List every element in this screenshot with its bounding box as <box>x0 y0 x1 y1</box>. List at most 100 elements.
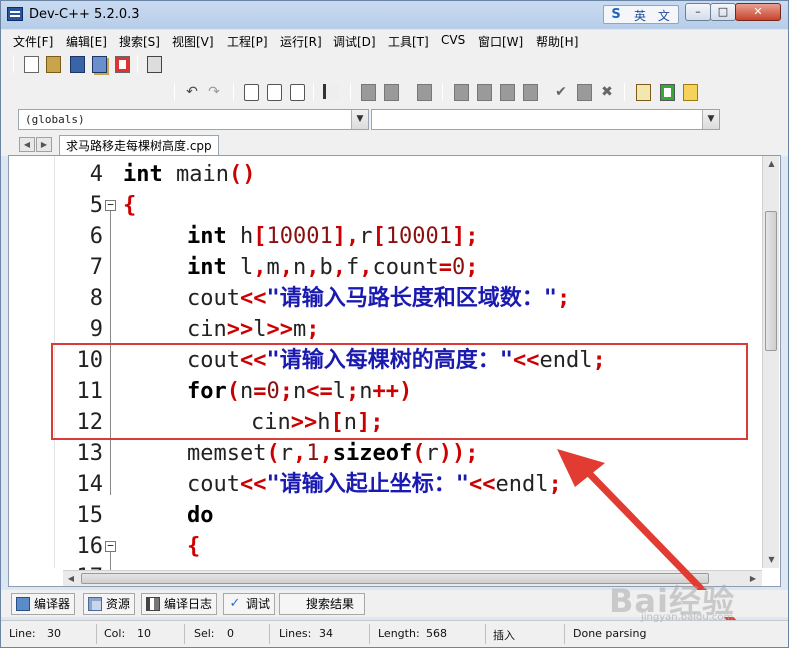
menu-view[interactable]: 视图[V] <box>172 33 214 50</box>
chevron-down-icon[interactable]: ▼ <box>351 110 368 129</box>
replace-icon[interactable] <box>264 82 284 102</box>
code-line: 9 cin>>l>>m; <box>9 314 769 345</box>
menu-file[interactable]: 文件[F] <box>13 33 53 50</box>
new-project-icon[interactable] <box>633 82 653 102</box>
insert-snippet-icon[interactable] <box>414 82 434 102</box>
undo-icon[interactable]: ↶ <box>182 82 202 102</box>
members-combo[interactable]: ▼ <box>371 109 720 130</box>
code-token: () <box>228 162 256 187</box>
stop-icon[interactable]: ✖ <box>597 82 617 102</box>
tab-compile-log[interactable]: 编译日志 <box>141 593 218 615</box>
menu-window[interactable]: 窗口[W] <box>478 33 523 50</box>
status-line-value: 30 <box>47 627 61 640</box>
print-icon[interactable] <box>144 54 164 74</box>
ime-indicator[interactable]: S 英 文 <box>603 5 679 24</box>
code-token: << <box>239 472 267 497</box>
toggle-bookmark-icon[interactable] <box>358 82 378 102</box>
toolbar-separator <box>350 83 351 101</box>
menu-edit[interactable]: 编辑[E] <box>66 33 107 50</box>
tab-search-results[interactable]: 搜索结果 <box>279 593 366 615</box>
goto-bookmark-icon[interactable] <box>381 82 401 102</box>
menu-run[interactable]: 运行[R] <box>280 33 322 50</box>
goto-line-icon[interactable] <box>320 82 340 102</box>
find-next-icon[interactable] <box>287 82 307 102</box>
menu-bar: 文件[F] 编辑[E] 搜索[S] 视图[V] 工程[P] 运行[R] 调试[D… <box>1 30 788 50</box>
open-file-icon[interactable] <box>43 54 63 74</box>
close-file-icon[interactable] <box>112 54 132 74</box>
tab-label: 资源 <box>106 597 131 611</box>
bottom-panel-tabs: 编译器 资源 编译日志 ✓ 调试 搜索结果 <box>1 590 788 617</box>
code-token: int <box>123 162 163 187</box>
code-token: , <box>253 255 267 280</box>
run-icon[interactable] <box>474 82 494 102</box>
compile-icon[interactable] <box>451 82 471 102</box>
scroll-right-icon[interactable]: ▶ <box>745 571 761 586</box>
scroll-down-icon[interactable]: ▼ <box>763 552 780 567</box>
tab-scroll-left-icon[interactable]: ◀ <box>19 137 35 152</box>
profile-icon[interactable] <box>574 82 594 102</box>
code-token: , <box>292 441 307 466</box>
menu-project[interactable]: 工程[P] <box>227 33 268 50</box>
add-to-project-icon[interactable] <box>657 82 677 102</box>
rebuild-icon[interactable] <box>520 82 540 102</box>
vertical-scroll-thumb[interactable] <box>765 211 777 351</box>
code-token: , <box>319 441 333 466</box>
vertical-scrollbar[interactable]: ▲ ▼ <box>762 156 779 568</box>
tab-compiler[interactable]: 编译器 <box>11 593 76 615</box>
close-button[interactable]: ✕ <box>735 3 781 21</box>
status-bar: Line: 30 Col: 10 Sel: 0 Lines: 34 Length… <box>1 620 788 647</box>
find-icon[interactable] <box>241 82 261 102</box>
status-separator <box>96 624 97 644</box>
code-token: ]; <box>451 224 479 249</box>
line-number: 15 <box>76 503 104 528</box>
toolbar-separator <box>624 83 625 101</box>
code-text: memset(r,1,sizeof(r)); <box>187 438 478 469</box>
scope-combo[interactable]: (globals) ▼ <box>18 109 369 130</box>
code-token: ; <box>556 286 571 311</box>
save-all-icon[interactable] <box>89 54 109 74</box>
tab-source-file[interactable]: 求马路移走每棵树高度.cpp <box>59 135 219 157</box>
tab-scroll-right-icon[interactable]: ▶ <box>36 137 52 152</box>
status-separator <box>369 624 370 644</box>
save-icon[interactable] <box>67 54 87 74</box>
menu-help[interactable]: 帮助[H] <box>536 33 578 50</box>
fold-collapse-icon[interactable]: − <box>105 199 116 211</box>
code-token: 1 <box>306 441 320 466</box>
fold-collapse-icon[interactable]: − <box>105 540 116 552</box>
code-text: { <box>123 190 136 221</box>
app-icon <box>7 7 23 21</box>
project-options-icon[interactable] <box>680 82 700 102</box>
status-separator <box>564 624 565 644</box>
code-token: << <box>239 286 267 311</box>
code-text: cout<<"请输入起止坐标："<<endl; <box>187 469 562 500</box>
status-sel-value: 0 <box>227 627 234 640</box>
code-token: l <box>253 317 267 342</box>
chevron-down-icon[interactable]: ▼ <box>702 110 719 129</box>
new-file-icon[interactable] <box>21 54 41 74</box>
horizontal-scrollbar[interactable]: ◀ ▶ <box>63 570 762 586</box>
redo-icon[interactable]: ↷ <box>204 82 224 102</box>
tab-debug[interactable]: ✓ 调试 <box>223 593 276 615</box>
compile-run-icon[interactable] <box>497 82 517 102</box>
code-text: cin>>l>>m; <box>187 314 320 345</box>
compiler-icon <box>16 597 30 611</box>
tab-resources[interactable]: 资源 <box>83 593 136 615</box>
toolbar-separator <box>174 83 175 101</box>
horizontal-scroll-thumb[interactable] <box>81 573 709 584</box>
menu-tools[interactable]: 工具[T] <box>388 33 429 50</box>
code-token: ; <box>306 317 320 342</box>
line-number: 4 <box>89 162 103 187</box>
menu-cvs[interactable]: CVS <box>441 33 465 47</box>
line-number: 7 <box>89 255 103 280</box>
edit-toolbar: ↶ ↷ ✔ ✖ <box>1 78 788 106</box>
syntax-check-icon[interactable]: ✔ <box>551 82 571 102</box>
toolbar-separator <box>233 83 234 101</box>
minimize-button[interactable]: – <box>685 3 711 21</box>
maximize-button[interactable]: □ <box>710 3 736 21</box>
scroll-left-icon[interactable]: ◀ <box>63 571 79 586</box>
menu-search[interactable]: 搜索[S] <box>119 33 160 50</box>
scroll-up-icon[interactable]: ▲ <box>763 156 780 171</box>
status-col-label: Col: <box>104 627 126 640</box>
code-token: sizeof <box>332 441 413 466</box>
menu-debug[interactable]: 调试[D] <box>333 33 376 50</box>
